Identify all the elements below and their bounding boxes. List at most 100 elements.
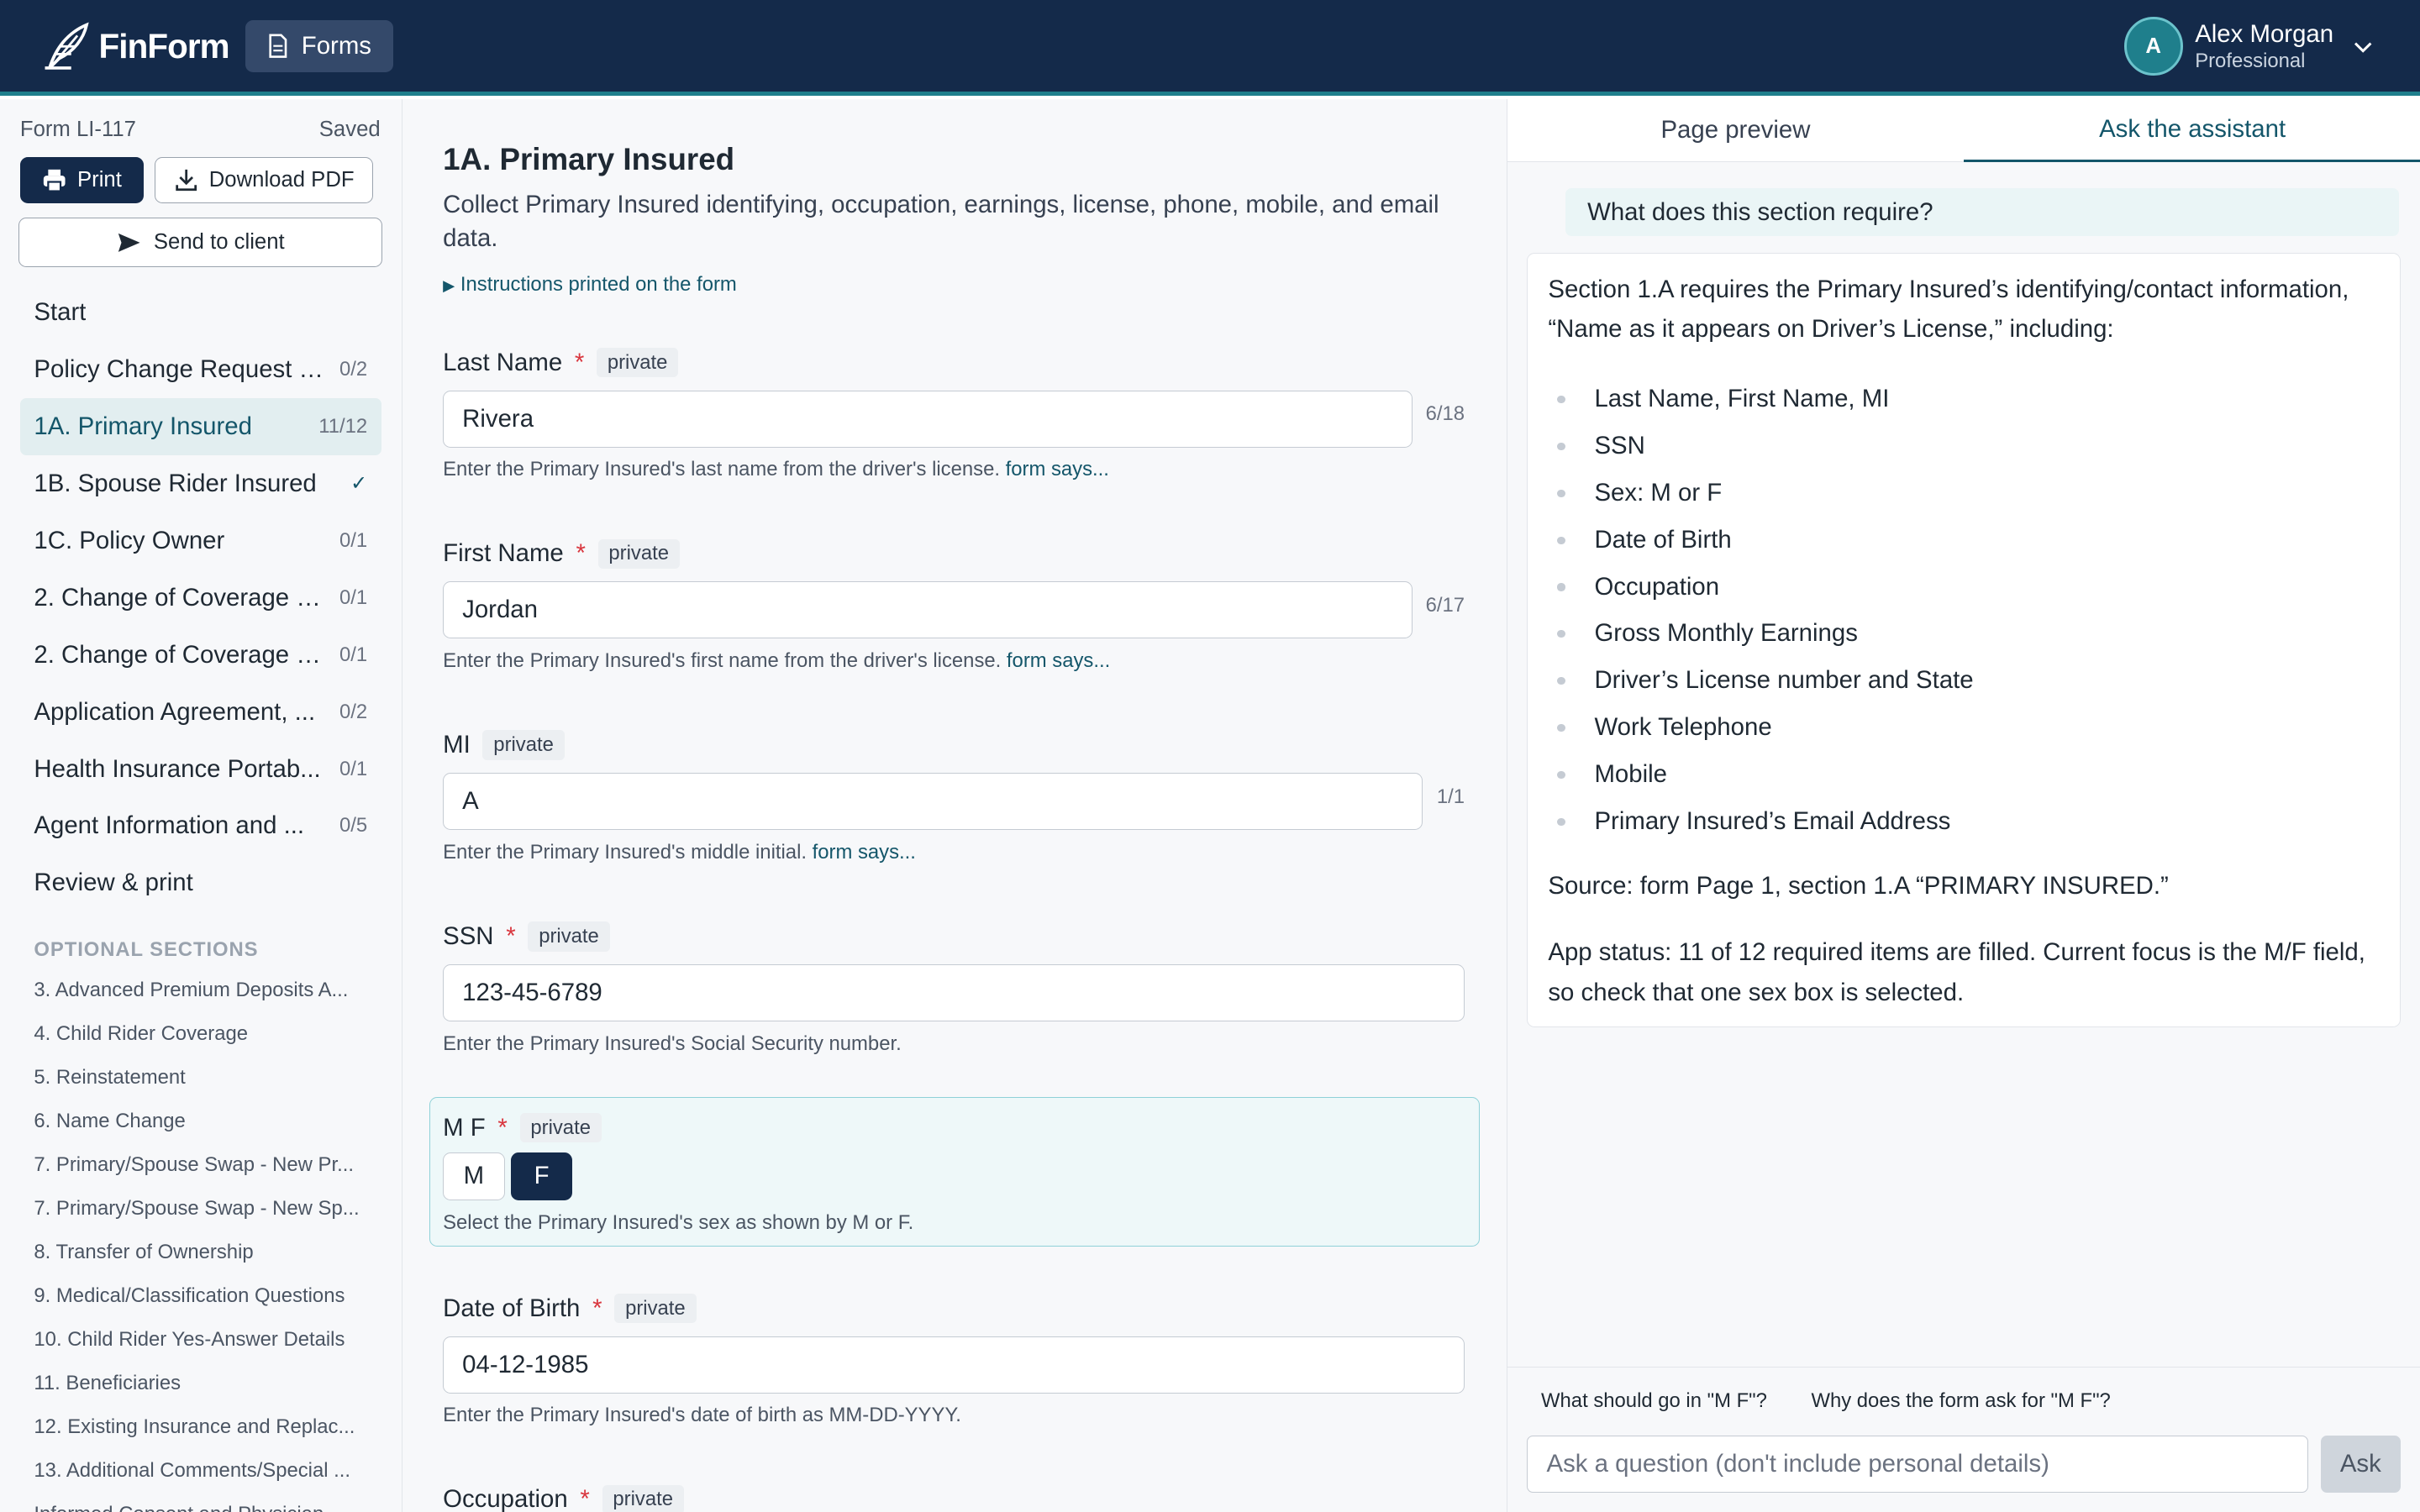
optional-section-item[interactable]: 7. Primary/Spouse Swap - New Sp... <box>34 1187 373 1231</box>
private-tag: private <box>614 1293 697 1324</box>
nav-item-health-insurance-portability[interactable]: Health Insurance Portab... 0/1 <box>20 741 381 798</box>
help-text: Select the Primary Insured's sex as show… <box>443 1210 914 1234</box>
download-pdf-button[interactable]: Download PDF <box>154 157 374 204</box>
nav-label: Start <box>34 297 87 326</box>
char-count: 6/17 <box>1425 594 1465 617</box>
first-name-input[interactable]: Jordan <box>443 581 1413 639</box>
nav-item-review-print[interactable]: Review & print <box>20 854 381 911</box>
forms-button[interactable]: Forms <box>245 19 394 73</box>
user-menu[interactable]: A Alex Morgan Professional <box>2123 17 2380 76</box>
private-tag: private <box>596 347 679 378</box>
suggested-question[interactable]: What should go in "M F"? <box>1541 1389 1767 1413</box>
optional-section-item[interactable]: 8. Transfer of Ownership <box>34 1231 373 1274</box>
nav-item-spouse-rider-insured[interactable]: 1B. Spouse Rider Insured ✓ <box>20 455 381 512</box>
save-status: Saved <box>318 117 381 141</box>
optional-section-item[interactable]: 4. Child Rider Coverage <box>34 1012 373 1056</box>
field-help: Enter the Primary Insured's first name f… <box>443 649 1465 673</box>
section-nav: Start Policy Change Request a... 0/2 1A. … <box>19 284 381 911</box>
nav-item-policy-owner[interactable]: 1C. Policy Owner 0/1 <box>20 512 381 570</box>
help-text: Enter the Primary Insured's Social Secur… <box>443 1032 902 1055</box>
form-says-link[interactable]: form says... <box>1006 458 1109 480</box>
help-text: Enter the Primary Insured's first name f… <box>443 649 1002 673</box>
tab-page-preview[interactable]: Page preview <box>1507 99 1965 162</box>
send-to-client-button[interactable]: Send to client <box>18 217 383 267</box>
answer-item: Date of Birth <box>1548 517 2380 564</box>
nav-item-application-agreement[interactable]: Application Agreement, ... 0/2 <box>20 684 381 741</box>
avatar: A <box>2123 17 2183 76</box>
private-tag: private <box>528 921 610 952</box>
nav-label: Policy Change Request a... <box>34 354 328 383</box>
field-help: Enter the Primary Insured's last name fr… <box>443 458 1465 481</box>
ssn-input[interactable]: 123-45-6789 <box>443 963 1465 1021</box>
nav-label: 1B. Spouse Rider Insured <box>34 469 317 497</box>
required-marker: * <box>497 1113 508 1142</box>
field-label: Date of Birth <box>443 1294 581 1322</box>
instructions-toggle[interactable]: ▶ Instructions printed on the form <box>443 273 737 297</box>
optional-sections-list: 3. Advanced Premium Deposits A... 4. Chi… <box>34 969 373 1512</box>
ask-button[interactable]: Ask <box>2320 1436 2402 1494</box>
ask-input[interactable]: Ask a question (don't include personal d… <box>1527 1436 2308 1494</box>
optional-section-item[interactable]: 6. Name Change <box>34 1100 373 1143</box>
nav-item-change-of-coverage-2[interactable]: 2. Change of Coverage - ... 0/1 <box>20 627 381 684</box>
nav-item-agent-information[interactable]: Agent Information and ... 0/5 <box>20 798 381 855</box>
answer-item: Gross Monthly Earnings <box>1548 610 2380 657</box>
check-icon: ✓ <box>350 472 368 496</box>
optional-section-item[interactable]: 11. Beneficiaries <box>34 1362 373 1405</box>
form-main: 1A. Primary Insured Collect Primary Insu… <box>402 98 1507 1512</box>
field-label: MI <box>443 731 471 759</box>
optional-section-item[interactable]: 10. Child Rider Yes-Answer Details <box>34 1318 373 1362</box>
nav-label: Health Insurance Portab... <box>34 754 321 783</box>
mi-input[interactable]: A <box>443 773 1423 831</box>
nav-item-change-of-coverage-1[interactable]: 2. Change of Coverage - ... 0/1 <box>20 570 381 627</box>
nav-label: 1C. Policy Owner <box>34 526 225 554</box>
answer-item: Primary Insured’s Email Address <box>1548 798 2380 845</box>
nav-count: 0/1 <box>339 585 368 609</box>
panel-tabs: Page preview Ask the assistant <box>1507 98 2420 162</box>
nav-item-primary-insured[interactable]: 1A. Primary Insured 11/12 <box>19 397 381 455</box>
section-description: Collect Primary Insured identifying, occ… <box>443 191 1439 253</box>
optional-section-item[interactable]: 9. Medical/Classification Questions <box>34 1274 373 1318</box>
logo-text: FinForm <box>98 26 230 66</box>
optional-section-item[interactable]: Informed Consent and Physician ... <box>34 1493 373 1512</box>
assistant-panel: Page preview Ask the assistant What does… <box>1506 98 2420 1512</box>
optional-section-item[interactable]: 3. Advanced Premium Deposits A... <box>34 969 373 1012</box>
nav-count: 11/12 <box>318 414 368 438</box>
tab-ask-assistant[interactable]: Ask the assistant <box>1964 99 2420 162</box>
form-says-link[interactable]: form says... <box>1007 649 1110 672</box>
nav-item-start[interactable]: Start <box>20 284 381 341</box>
assistant-answer: Section 1.A requires the Primary Insured… <box>1527 253 2402 1028</box>
required-marker: * <box>580 1485 590 1512</box>
nav-label: Application Agreement, ... <box>34 697 316 726</box>
mi-field: MI private A 1/1 Enter the Primary Insure… <box>443 728 1465 864</box>
nav-label: 2. Change of Coverage - ... <box>34 640 328 669</box>
private-tag: private <box>597 538 680 570</box>
required-marker: * <box>576 539 586 568</box>
nav-count: 0/1 <box>339 528 368 552</box>
download-icon <box>175 170 197 192</box>
optional-section-item[interactable]: 12. Existing Insurance and Replac... <box>34 1405 373 1449</box>
nav-item-policy-change-request[interactable]: Policy Change Request a... 0/2 <box>20 341 381 398</box>
last-name-input[interactable]: Rivera <box>443 390 1413 448</box>
form-says-link[interactable]: form says... <box>813 841 916 864</box>
sex-option-f[interactable]: F <box>510 1152 573 1200</box>
field-label: Occupation <box>443 1485 568 1512</box>
dob-input[interactable]: 04-12-1985 <box>443 1336 1465 1394</box>
triangle-right-icon: ▶ <box>443 276 455 295</box>
help-text: Enter the Primary Insured's last name fr… <box>443 458 1000 481</box>
optional-section-item[interactable]: 5. Reinstatement <box>34 1056 373 1100</box>
answer-item: Sex: M or F <box>1548 470 2380 517</box>
required-marker: * <box>506 921 516 950</box>
answer-item: Occupation <box>1548 564 2380 611</box>
answer-item: Mobile <box>1548 751 2380 798</box>
sex-option-m[interactable]: M <box>443 1152 505 1200</box>
optional-section-item[interactable]: 7. Primary/Spouse Swap - New Pr... <box>34 1143 373 1187</box>
field-label: SSN <box>443 921 494 950</box>
finform-logo[interactable]: FinForm <box>40 20 230 72</box>
suggested-question[interactable]: Why does the form ask for "M F"? <box>1811 1389 2110 1413</box>
char-count: 6/18 <box>1425 402 1465 426</box>
optional-sections-heading: OPTIONAL SECTIONS <box>34 937 259 961</box>
nav-label: 2. Change of Coverage - ... <box>34 583 328 612</box>
print-button[interactable]: Print <box>19 157 144 204</box>
optional-section-item[interactable]: 13. Additional Comments/Special ... <box>34 1449 373 1493</box>
required-marker: * <box>574 348 585 376</box>
